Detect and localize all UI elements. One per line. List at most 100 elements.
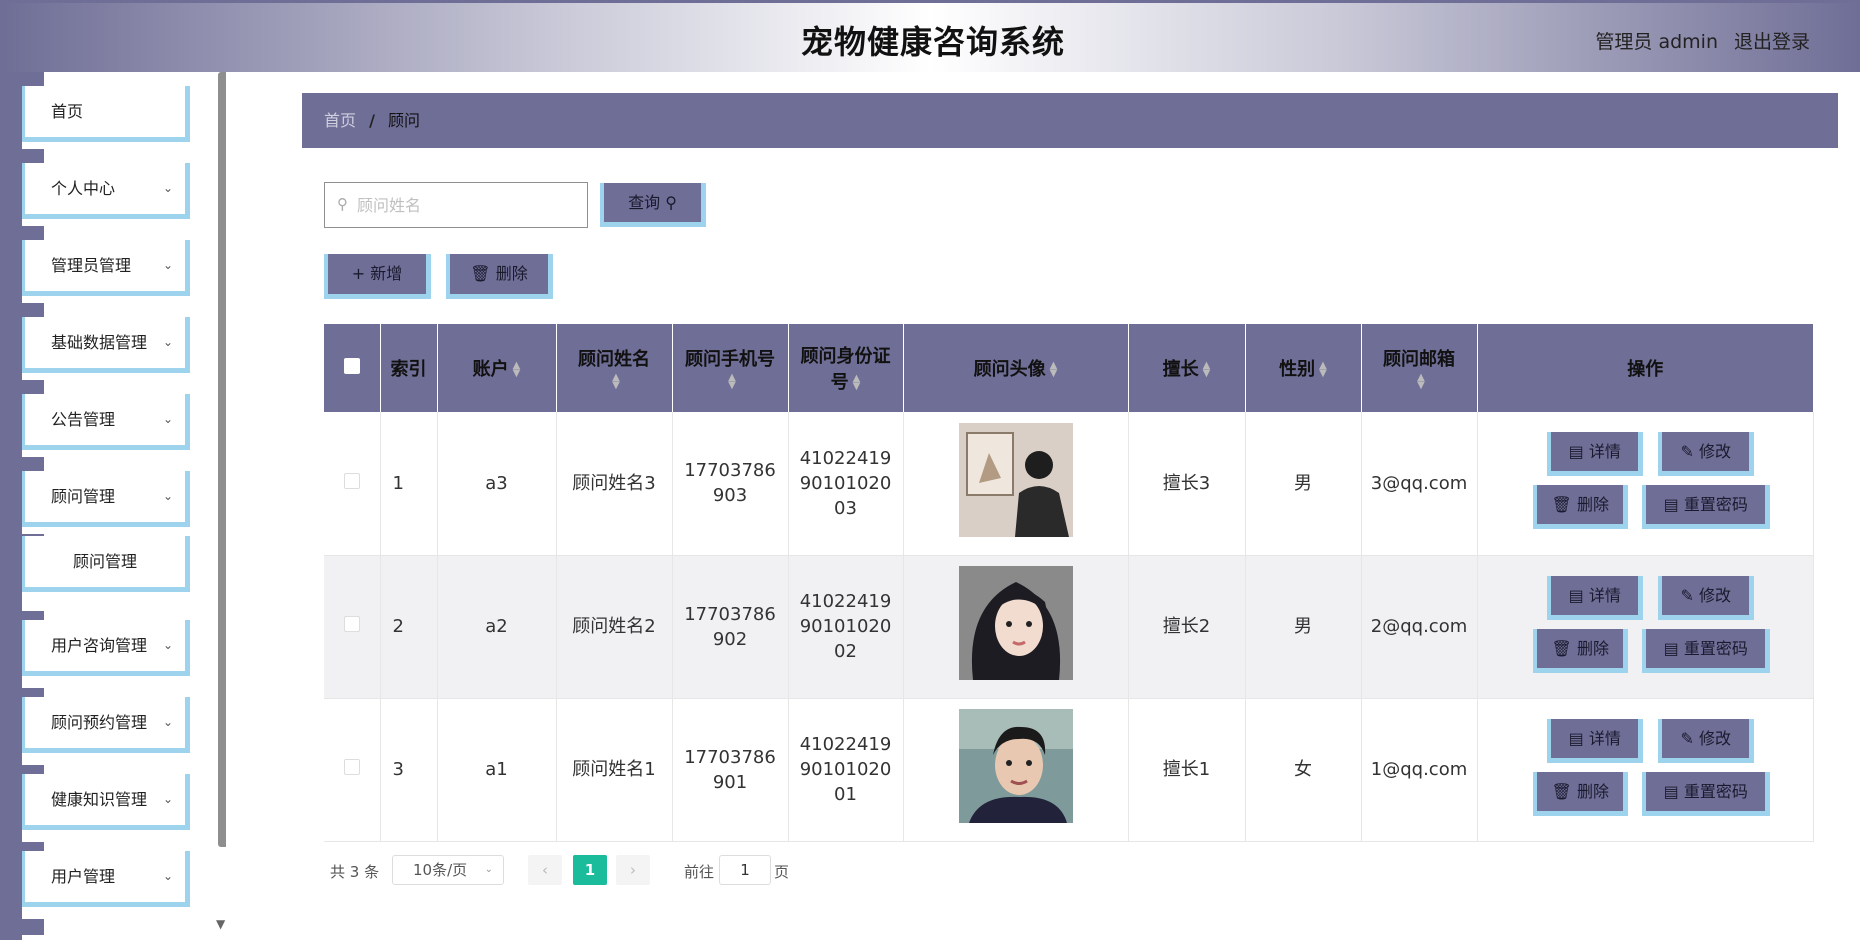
select-all-header[interactable]	[324, 324, 381, 412]
edit-button[interactable]: ✎ 修改	[1658, 718, 1755, 763]
detail-button[interactable]: ▤ 详情	[1547, 432, 1644, 477]
reset-password-button[interactable]: ▤ 重置密码	[1642, 628, 1771, 673]
chevron-down-icon: ⌄	[162, 335, 173, 349]
sort-icon[interactable]: ▲ ▼	[513, 361, 521, 379]
sidebar-item-label: 健康知识管理	[51, 790, 148, 809]
col-skill[interactable]: 擅长 ▲ ▼	[1128, 324, 1246, 412]
sidebar-item-admin[interactable]: 管理员管理 ⌄	[22, 240, 190, 296]
document-icon: ▤	[1568, 728, 1584, 748]
sidebar-subitem-consultant[interactable]: 顾问管理	[22, 536, 190, 592]
query-button[interactable]: 查询 ⚲	[600, 183, 706, 227]
query-button-label: 查询	[628, 193, 661, 212]
cell-actions: ▤ 详情 ✎ 修改 🗑 删除 ▤ 重置密码	[1477, 698, 1814, 842]
prev-page-button[interactable]: ‹	[528, 855, 562, 885]
reset-password-button[interactable]: ▤ 重置密码	[1642, 771, 1771, 816]
goto-page-input[interactable]: 1	[719, 855, 771, 885]
col-gender[interactable]: 性别 ▲ ▼	[1245, 324, 1362, 412]
col-email[interactable]: 顾问邮箱 ▲ ▼	[1361, 324, 1478, 412]
sidebar-item-label: 管理员管理	[51, 256, 132, 275]
cell-gender: 男	[1245, 555, 1362, 699]
sidebar-item-label: 顾问预约管理	[51, 713, 148, 732]
plus-icon: +	[351, 264, 366, 283]
sort-icon[interactable]: ▲ ▼	[853, 374, 861, 392]
pencil-icon: ✎	[1680, 442, 1694, 462]
logout-link[interactable]: 退出登录	[1734, 27, 1810, 54]
avatar[interactable]	[958, 566, 1073, 680]
sort-icon[interactable]: ▲ ▼	[1050, 361, 1058, 379]
row-checkbox[interactable]	[343, 472, 360, 489]
cell-name: 顾问姓名1	[556, 698, 673, 842]
trash-icon: 🗑	[1551, 638, 1572, 658]
col-phone[interactable]: 顾问手机号 ▲ ▼	[672, 324, 789, 412]
add-button[interactable]: + 新增	[324, 254, 431, 299]
sort-icon[interactable]: ▲ ▼	[1203, 361, 1211, 379]
cell-avatar	[903, 698, 1129, 842]
table-row: 2 a2 顾问姓名2 17703786902 41022419901010200…	[324, 555, 1814, 699]
sidebar-item-base-data[interactable]: 基础数据管理 ⌄	[22, 317, 190, 373]
document-icon: ▤	[1568, 442, 1584, 462]
cell-email: 2@qq.com	[1361, 555, 1478, 699]
sidebar-item-health-knowledge[interactable]: 健康知识管理 ⌄	[22, 774, 190, 830]
page-size-value: 10条/页	[413, 861, 468, 879]
edit-button[interactable]: ✎ 修改	[1658, 432, 1755, 477]
search-input[interactable]	[357, 183, 583, 227]
top-header: 宠物健康咨询系统 管理员 admin 退出登录	[0, 0, 1860, 72]
sort-icon[interactable]: ▲ ▼	[1417, 372, 1425, 390]
sidebar-scrollbar[interactable]	[218, 72, 226, 847]
col-name[interactable]: 顾问姓名 ▲ ▼	[556, 324, 673, 412]
sidebar-item-notice[interactable]: 公告管理 ⌄	[22, 394, 190, 450]
sidebar-item-users[interactable]: 用户管理 ⌄	[22, 851, 190, 907]
col-id-card[interactable]: 顾问身份证号 ▲ ▼	[788, 324, 904, 412]
pagination-total: 共 3 条	[330, 863, 380, 881]
breadcrumb-home[interactable]: 首页	[324, 111, 356, 130]
trash-icon: 🗑	[470, 264, 491, 283]
sort-icon[interactable]: ▲ ▼	[1319, 361, 1327, 379]
cell-actions: ▤ 详情 ✎ 修改 🗑 删除 ▤ 重置密码	[1477, 412, 1814, 556]
chevron-down-icon: ⌄	[162, 489, 173, 503]
sidebar-item-label: 公告管理	[51, 410, 116, 429]
detail-button[interactable]: ▤ 详情	[1547, 718, 1644, 763]
reset-password-button[interactable]: ▤ 重置密码	[1642, 485, 1771, 530]
chevron-down-icon: ⌄	[162, 181, 173, 195]
row-select[interactable]	[324, 555, 381, 699]
page-number-active[interactable]: 1	[573, 855, 607, 885]
row-select[interactable]	[324, 698, 381, 842]
avatar[interactable]	[958, 709, 1073, 823]
cell-index: 1	[380, 412, 438, 556]
consultant-table: 索引 账户 ▲ ▼ 顾问姓名 ▲ ▼ 顾问手机号 ▲ ▼ 顾问身份证号 ▲ ▼ 顾问头像 ▲ ▼ 擅…	[324, 324, 1814, 842]
sidebar-item-consultant[interactable]: 顾问管理 ⌄	[22, 471, 190, 527]
delete-button[interactable]: 🗑 删除	[1533, 771, 1629, 816]
select-all-checkbox[interactable]	[343, 357, 360, 374]
cell-skill: 擅长3	[1128, 412, 1246, 556]
cell-name: 顾问姓名3	[556, 412, 673, 556]
sidebar-item-label: 用户管理	[51, 867, 116, 886]
chevron-left-icon: ‹	[542, 861, 548, 879]
row-select[interactable]	[324, 412, 381, 556]
sidebar-item-user-consult[interactable]: 用户咨询管理 ⌄	[22, 620, 190, 676]
avatar[interactable]	[958, 422, 1073, 537]
delete-button[interactable]: 🗑 删除	[1533, 485, 1629, 530]
delete-button[interactable]: 🗑 删除	[1533, 628, 1629, 673]
detail-button[interactable]: ▤ 详情	[1547, 575, 1644, 620]
row-checkbox[interactable]	[343, 616, 360, 632]
col-account[interactable]: 账户 ▲ ▼	[437, 324, 557, 412]
col-avatar[interactable]: 顾问头像 ▲ ▼	[903, 324, 1129, 412]
sidebar: 首页 个人中心 ⌄ 管理员管理 ⌄ 基础数据管理 ⌄ 公告管理 ⌄ 顾问管理 ⌄…	[0, 72, 226, 940]
next-page-button[interactable]: ›	[616, 855, 650, 885]
batch-delete-button[interactable]: 🗑 删除	[446, 254, 553, 299]
sort-icon[interactable]: ▲ ▼	[612, 372, 620, 390]
cell-index: 2	[380, 555, 438, 699]
edit-button[interactable]: ✎ 修改	[1658, 575, 1755, 620]
page-size-select[interactable]: 10条/页 ⌄	[392, 855, 504, 885]
row-checkbox[interactable]	[343, 759, 360, 775]
scroll-down-icon[interactable]: ▼	[216, 917, 225, 931]
sidebar-item-personal-center[interactable]: 个人中心 ⌄	[22, 163, 190, 219]
sidebar-item-home[interactable]: 首页	[22, 86, 190, 142]
cell-account: a3	[437, 412, 557, 556]
sort-icon[interactable]: ▲ ▼	[728, 372, 736, 390]
search-icon: ⚲	[665, 193, 677, 212]
document-icon: ▤	[1663, 495, 1679, 515]
breadcrumb: 首页 / 顾问	[302, 93, 1838, 148]
sidebar-item-appointment[interactable]: 顾问预约管理 ⌄	[22, 697, 190, 753]
chevron-down-icon: ⌄	[162, 869, 173, 883]
